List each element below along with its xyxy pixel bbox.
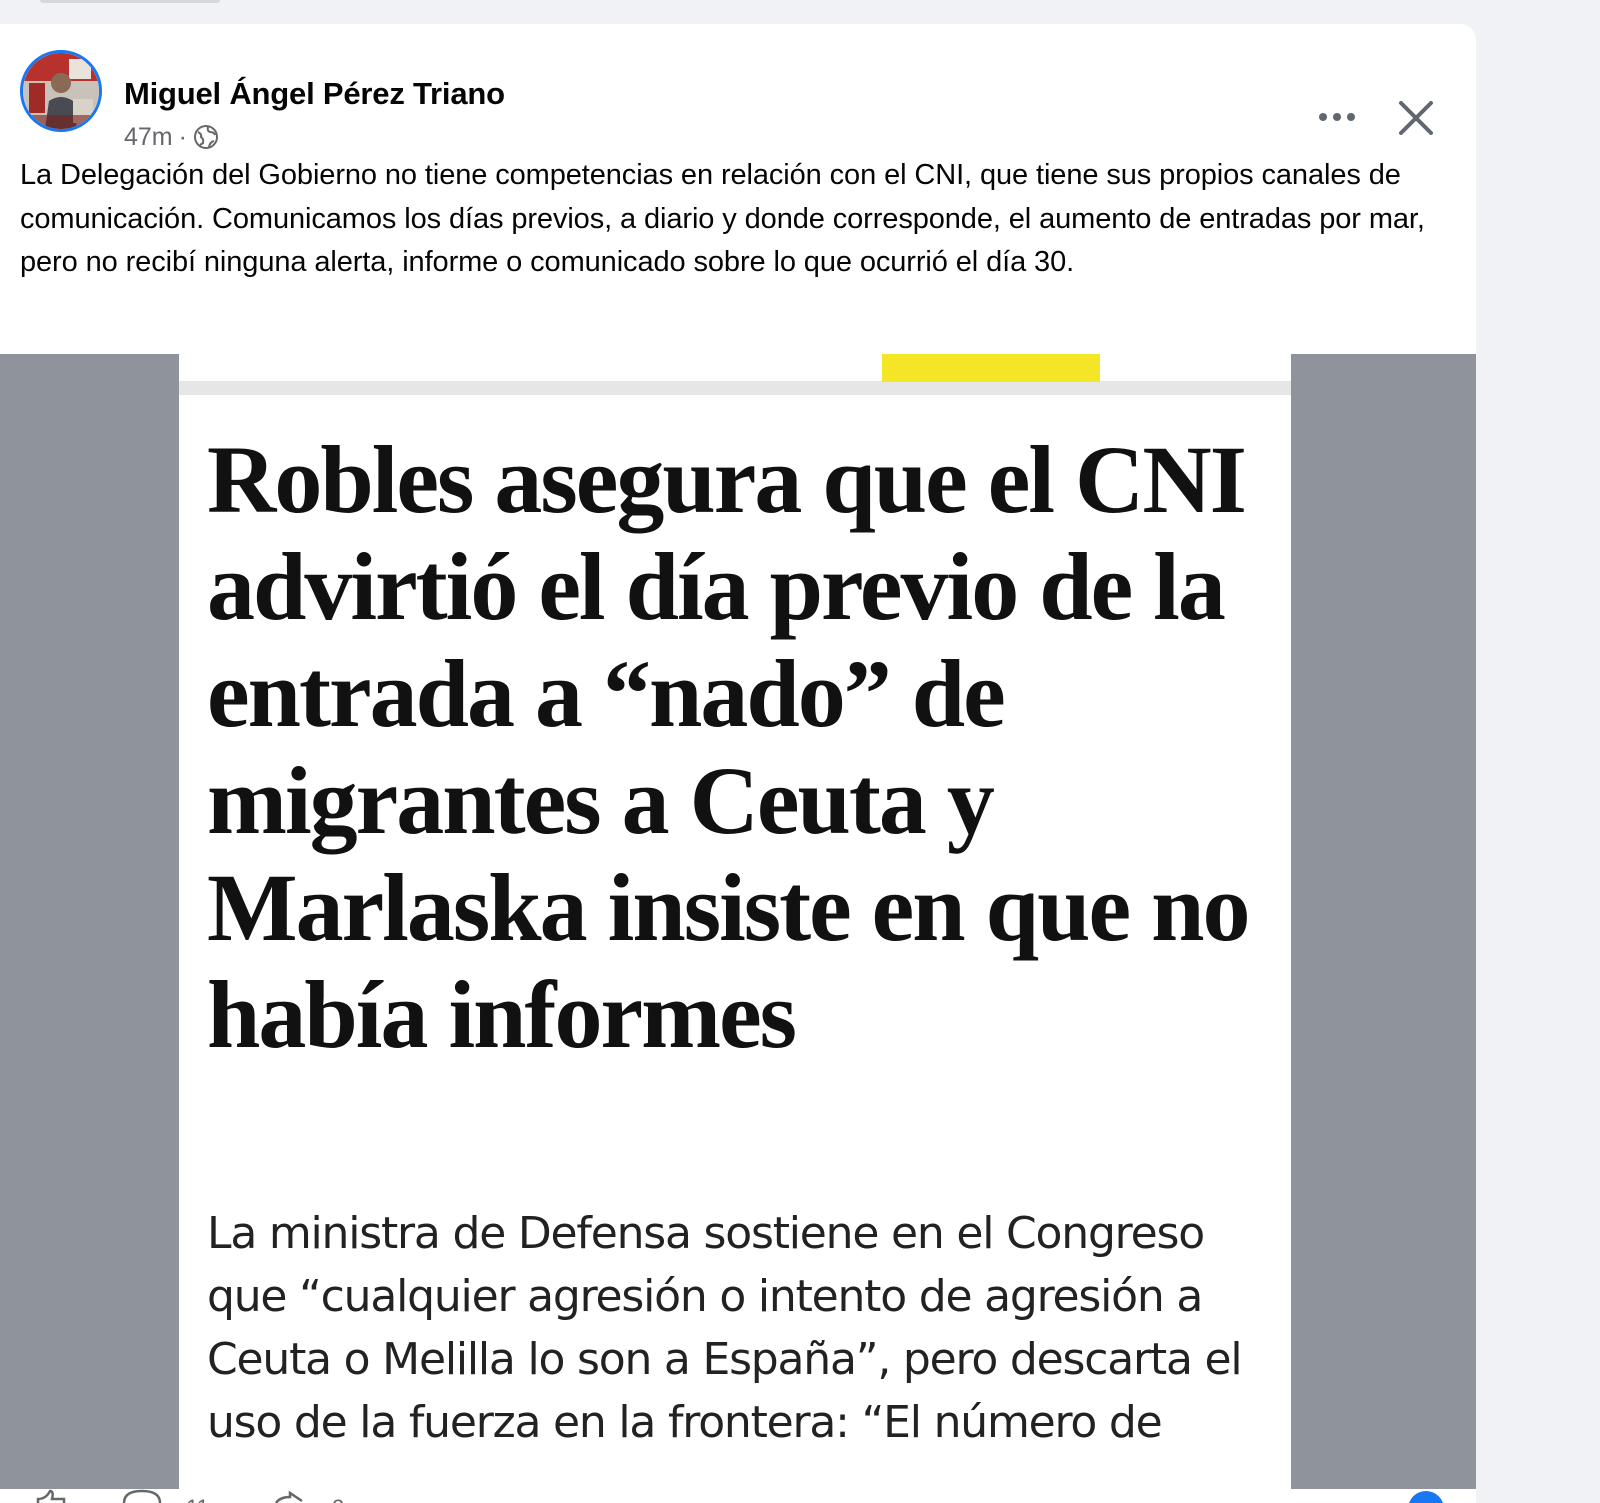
post-text: La Delegación del Gobierno no tiene comp… [20,159,1425,278]
article-accent-bar [882,354,1100,382]
like-icon[interactable] [34,1489,74,1503]
close-button[interactable] [1392,94,1440,142]
comment-count[interactable]: 11 [186,1489,216,1503]
post-card: Miguel Ángel Pérez Triano 47m · La Deleg… [0,24,1476,1503]
article-headline: Robles asegura que el CNI advirtió el dí… [207,426,1250,1068]
more-options-button[interactable] [1310,90,1364,144]
top-tab-edge [40,0,220,3]
comment-icon[interactable] [120,1489,164,1503]
author-name[interactable]: Miguel Ángel Pérez Triano [124,76,505,112]
post-time[interactable]: 47m [124,123,173,152]
article-subheadline: La ministra de Defensa sostiene en el Co… [207,1208,1243,1448]
more-dot-icon [1319,113,1327,121]
article-topbar [179,381,1291,395]
share-icon[interactable] [270,1489,314,1503]
action-bar: 11 2 [0,1489,1476,1503]
post-meta: 47m · [124,122,219,152]
share-count[interactable]: 2 [332,1489,362,1503]
avatar[interactable] [20,50,102,132]
like-reaction-icon [1406,1489,1446,1503]
globe-icon[interactable] [193,124,219,150]
post-header: Miguel Ángel Pérez Triano 47m · [20,50,1460,151]
more-dot-icon [1347,113,1355,121]
avatar-photo [23,53,99,129]
meta-separator: · [178,122,187,151]
close-icon [1399,101,1433,135]
article-screenshot: Robles asegura que el CNI advirtió el dí… [179,354,1291,1489]
more-dot-icon [1333,113,1341,121]
post-media[interactable]: Robles asegura que el CNI advirtió el dí… [0,354,1476,1489]
